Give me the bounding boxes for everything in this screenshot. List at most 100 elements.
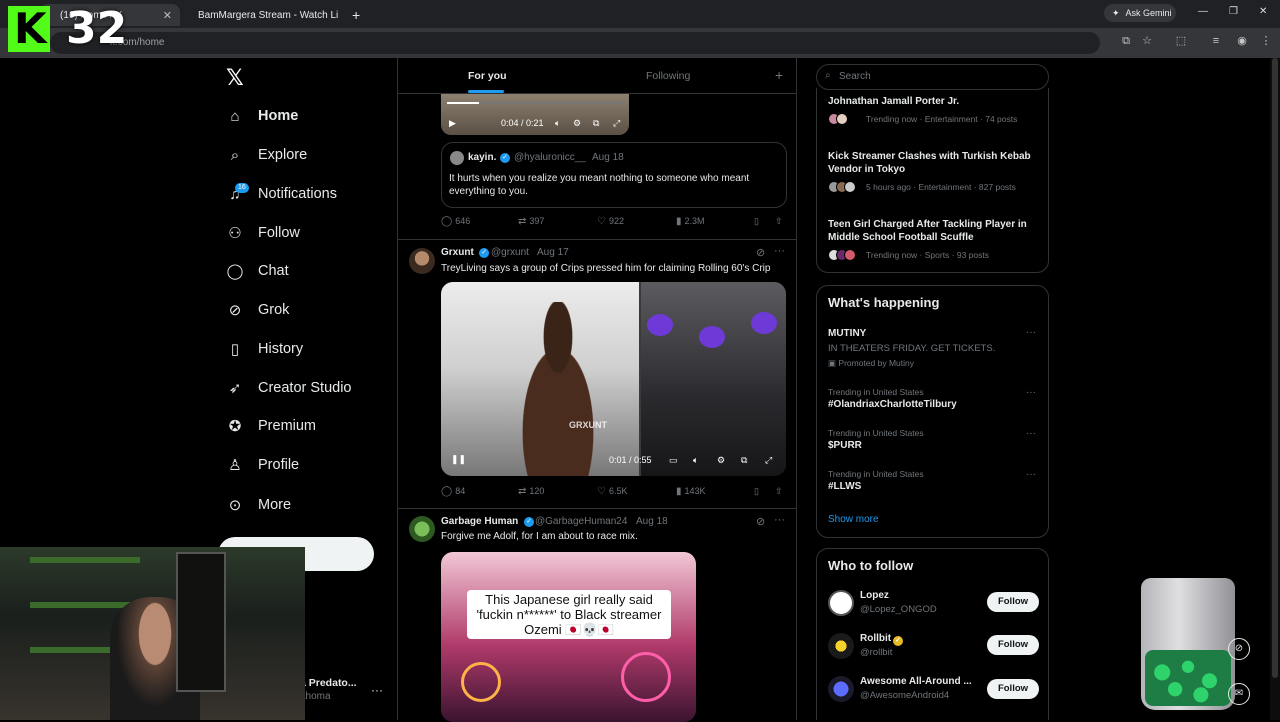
trend-news-meta: Trending now · Entertainment · 74 posts <box>866 114 1018 124</box>
tab-for-you[interactable]: For you <box>468 70 507 82</box>
more-dots-icon[interactable]: ··· <box>1026 327 1036 338</box>
media-icon[interactable]: ≡ <box>1209 34 1223 48</box>
extension-icon[interactable]: ⧉ <box>1119 34 1133 48</box>
video-player[interactable]: GRXUNT ❚❚ 0:01 / 0:55 ▭ 🔈︎ ⚙ ⧉ ⤢ <box>441 282 786 476</box>
trend-news-title[interactable]: Kick Streamer Clashes with Turkish Kebab… <box>828 150 1038 176</box>
show-more-link[interactable]: Show more <box>828 514 879 525</box>
follow-button[interactable]: Follow <box>987 592 1039 612</box>
nav-more[interactable]: ⊙ More <box>226 490 291 520</box>
trend-news-title[interactable]: Teen Girl Charged After Tackling Player … <box>828 218 1038 244</box>
minimize-icon[interactable]: — <box>1198 6 1208 17</box>
post-author-name[interactable]: Grxunt <box>441 247 474 258</box>
repost-button[interactable]: ⇄ 397 <box>518 216 544 227</box>
promo-title[interactable]: MUTINY <box>828 328 866 339</box>
post-date: Aug 17 <box>537 247 569 258</box>
messages-fab-icon[interactable]: ✉ <box>1228 683 1250 705</box>
video-player[interactable]: This Japanese girl really said 'fuckin n… <box>441 552 696 722</box>
fullscreen-icon[interactable]: ⤢ <box>613 118 620 129</box>
nav-profile[interactable]: ♙ Profile <box>226 450 299 480</box>
follow-button[interactable]: Follow <box>987 679 1039 699</box>
post-author-handle[interactable]: @GarbageHuman24 <box>535 516 627 527</box>
nav-notifications[interactable]: ♫ 16 Notifications <box>226 179 337 209</box>
browser-tab-kick[interactable]: BamMargera Stream - Watch Li ✕ <box>184 4 344 26</box>
captions-icon[interactable]: ▭ <box>669 455 678 466</box>
more-dots-icon[interactable]: ··· <box>1026 428 1036 439</box>
add-feed-icon[interactable]: + <box>775 67 783 83</box>
avatar[interactable] <box>409 516 435 542</box>
quote-author-name[interactable]: kayin. <box>468 152 496 163</box>
repost-button[interactable]: ⇄ 120 <box>518 486 544 497</box>
tab-following[interactable]: Following <box>646 70 690 82</box>
pip-icon[interactable]: ⧉ <box>741 455 747 466</box>
scrollbar[interactable] <box>1270 58 1280 720</box>
close-icon[interactable]: ✕ <box>163 9 172 22</box>
bookmark-icon[interactable]: ▯ <box>754 486 759 497</box>
more-dots-icon[interactable]: ··· <box>774 514 785 526</box>
share-icon[interactable]: ⇧ <box>775 486 783 497</box>
x-logo-icon[interactable]: 𝕏 <box>226 66 244 91</box>
share-icon[interactable]: ⇧ <box>775 216 783 227</box>
more-dots-icon[interactable]: ··· <box>371 683 383 697</box>
account-name[interactable]: Rollbit ✓ <box>860 633 904 646</box>
ask-gemini-button[interactable]: ✦ Ask Gemini <box>1104 4 1176 22</box>
more-dots-icon[interactable]: ··· <box>1026 469 1036 480</box>
volume-icon[interactable]: 🔈︎ <box>693 455 698 466</box>
settings-icon[interactable]: ⚙ <box>717 455 725 466</box>
scrollbar-thumb[interactable] <box>1272 58 1278 678</box>
volume-icon[interactable]: 🔈︎ <box>555 118 560 129</box>
trend-title[interactable]: $PURR <box>828 440 862 451</box>
reply-button[interactable]: ◯ 84 <box>441 486 465 497</box>
bookmark-star-icon[interactable]: ☆ <box>1140 34 1154 48</box>
trend-title[interactable]: #OlandriaxCharlotteTilbury <box>828 399 957 410</box>
nav-explore[interactable]: ⌕ Explore <box>226 140 307 170</box>
profile-icon[interactable]: ◉ <box>1235 34 1249 48</box>
grok-icon[interactable]: ⊘ <box>756 515 765 528</box>
search-input[interactable]: Search <box>816 64 1049 90</box>
bookmark-icon[interactable]: ▯ <box>754 216 759 227</box>
maximize-icon[interactable]: ❐ <box>1229 6 1238 17</box>
views-button[interactable]: ▮ 2.3M <box>676 216 705 227</box>
more-dots-icon[interactable]: ··· <box>774 245 785 257</box>
nav-follow[interactable]: ⚇ Follow <box>226 218 300 248</box>
account-name[interactable]: Lopez <box>860 590 889 601</box>
trend-title[interactable]: #LLWS <box>828 481 861 492</box>
account-name[interactable]: Awesome All-Around ... <box>860 676 972 687</box>
avatar[interactable] <box>409 248 435 274</box>
grok-fab-icon[interactable]: ⊘ <box>1228 638 1250 660</box>
post-author-handle[interactable]: @grxunt <box>491 247 529 258</box>
quote-author-handle[interactable]: @hyaluronicc__ <box>514 152 586 163</box>
webcam-overlay <box>0 547 305 720</box>
menu-kebab-icon[interactable]: ⋮ <box>1259 34 1273 48</box>
address-bar[interactable]: x.com/home <box>50 32 1100 54</box>
like-button[interactable]: ♡ 6.5K <box>597 486 627 497</box>
like-button[interactable]: ♡ 922 <box>597 216 624 227</box>
pip-icon[interactable]: ⧉ <box>593 118 599 129</box>
avatar[interactable] <box>828 676 854 702</box>
play-icon[interactable]: ▶ <box>449 118 456 129</box>
account-name[interactable]: a Predato... <box>300 677 357 689</box>
settings-icon[interactable]: ⚙ <box>573 118 581 129</box>
nav-history[interactable]: ▯ History <box>226 334 303 364</box>
pause-icon[interactable]: ❚❚ <box>451 454 466 465</box>
video-progress-bar[interactable] <box>447 102 623 104</box>
grok-icon[interactable]: ⊘ <box>756 246 765 259</box>
views-button[interactable]: ▮ 143K <box>676 486 706 497</box>
puzzle-icon[interactable]: ⬚ <box>1174 34 1188 48</box>
avatar[interactable] <box>828 590 854 616</box>
nav-creator-studio[interactable]: ➶ Creator Studio <box>226 373 352 403</box>
more-dots-icon[interactable]: ··· <box>1026 387 1036 398</box>
new-tab-button[interactable]: + <box>344 4 364 26</box>
video-player[interactable]: ▶ 0:04 / 0:21 🔈︎ ⚙ ⧉ ⤢ <box>441 94 629 135</box>
quoted-post[interactable]: kayin. ✓ @hyaluronicc__ Aug 18 It hurts … <box>441 142 787 208</box>
avatar[interactable] <box>828 633 854 659</box>
trend-news-title[interactable]: Johnathan Jamall Porter Jr. <box>828 95 1038 108</box>
reply-button[interactable]: ◯ 646 <box>441 216 470 227</box>
follow-button[interactable]: Follow <box>987 635 1039 655</box>
nav-premium[interactable]: ✪ Premium <box>226 411 316 441</box>
nav-chat[interactable]: ◯ Chat <box>226 256 289 286</box>
fullscreen-icon[interactable]: ⤢ <box>765 455 772 466</box>
nav-home[interactable]: ⌂ Home <box>226 101 298 131</box>
post-author-name[interactable]: Garbage Human <box>441 516 518 527</box>
window-close-icon[interactable]: ✕ <box>1259 6 1267 17</box>
nav-grok[interactable]: ⊘ Grok <box>226 295 290 325</box>
